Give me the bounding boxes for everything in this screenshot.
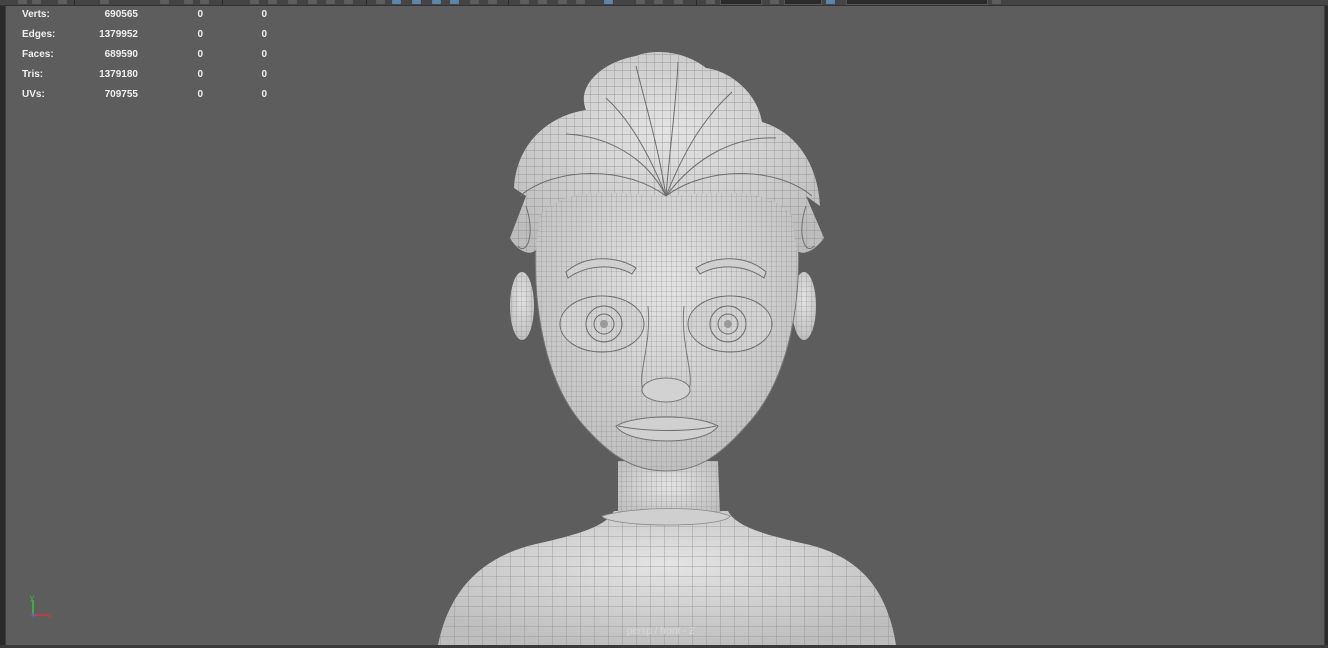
paint-select-icon[interactable] xyxy=(58,0,67,4)
select-tool-icon[interactable] xyxy=(18,0,27,4)
hud-selected-value: 0 xyxy=(197,69,203,80)
xray-components-icon[interactable] xyxy=(576,0,585,4)
four-view-icon[interactable] xyxy=(268,0,277,4)
textured-icon[interactable] xyxy=(432,0,441,4)
hud-label: Edges: xyxy=(22,29,56,40)
gate-mask-icon[interactable] xyxy=(654,0,663,4)
toolbar-separator xyxy=(74,0,75,5)
layout-icon[interactable] xyxy=(288,0,297,4)
exposure-icon[interactable] xyxy=(706,0,715,4)
toolbar-separator xyxy=(508,0,509,5)
hud-label: Verts: xyxy=(22,9,50,20)
lasso-tool-icon[interactable] xyxy=(32,0,41,4)
hud-total-value: 689590 xyxy=(104,49,138,60)
safe-area-icon[interactable] xyxy=(674,0,683,4)
camera-name-label: persp / front - Z xyxy=(626,626,696,637)
snap-plane-icon[interactable] xyxy=(200,0,209,4)
hud-total-value: 690565 xyxy=(104,9,138,20)
toolbar-separator xyxy=(222,0,223,5)
hud-component-value: 0 xyxy=(261,69,267,80)
hud-selected-value: 0 xyxy=(197,49,203,60)
axis-y-label: y xyxy=(30,594,34,602)
color-management-icon[interactable] xyxy=(826,0,835,4)
hud-component-value: 0 xyxy=(261,9,267,20)
wireframe-on-shaded-icon[interactable] xyxy=(392,0,401,4)
axis-x-label: x xyxy=(48,611,52,620)
grid-toggle-icon[interactable] xyxy=(604,0,613,4)
hud-selected-value: 0 xyxy=(197,29,203,40)
graph-layout-icon[interactable] xyxy=(326,0,335,4)
hud-label: Faces: xyxy=(22,49,54,60)
isolate-select-icon[interactable] xyxy=(520,0,529,4)
hud-selected-value: 0 xyxy=(197,9,203,20)
maya-window: Verts: 690565 0 0 Edges: 1379952 0 0 Fac… xyxy=(0,0,1328,648)
gamma-icon[interactable] xyxy=(770,0,779,4)
script-layout-icon[interactable] xyxy=(344,0,353,4)
toolbar-separator xyxy=(696,0,697,5)
hud-component-value: 0 xyxy=(261,49,267,60)
render-icon[interactable] xyxy=(376,0,385,4)
dropdown-arrow-icon[interactable] xyxy=(992,0,1001,4)
outliner-layout-icon[interactable] xyxy=(308,0,317,4)
hud-total-value: 1379180 xyxy=(99,69,138,80)
gamma-field[interactable] xyxy=(784,0,822,5)
hud-component-value: 0 xyxy=(261,29,267,40)
snap-grid-icon[interactable] xyxy=(100,0,109,4)
hud-row-edges: Edges: 1379952 0 0 xyxy=(22,29,267,49)
ssao-icon[interactable] xyxy=(488,0,497,4)
snap-point-icon[interactable] xyxy=(184,0,193,4)
hud-row-tris: Tris: 1379180 0 0 xyxy=(22,69,267,89)
view-axis-icon: y x xyxy=(30,594,52,620)
hud-label: UVs: xyxy=(22,89,45,100)
xray-joints-icon[interactable] xyxy=(558,0,567,4)
snap-curve-icon[interactable] xyxy=(160,0,169,4)
hud-row-verts: Verts: 690565 0 0 xyxy=(22,9,267,29)
lighting-icon[interactable] xyxy=(450,0,459,4)
hud-total-value: 709755 xyxy=(104,89,138,100)
resolution-gate-icon[interactable] xyxy=(636,0,645,4)
smooth-shade-icon[interactable] xyxy=(412,0,421,4)
hud-label: Tris: xyxy=(22,69,44,80)
heads-up-poly-count: Verts: 690565 0 0 Edges: 1379952 0 0 Fac… xyxy=(22,9,267,109)
exposure-field[interactable] xyxy=(720,0,762,5)
single-view-icon[interactable] xyxy=(250,0,259,4)
shadows-icon[interactable] xyxy=(470,0,479,4)
hud-component-value: 0 xyxy=(261,89,267,100)
toolbar-separator xyxy=(366,0,367,5)
hud-total-value: 1379952 xyxy=(99,29,138,40)
viewport-panel[interactable]: Verts: 690565 0 0 Edges: 1379952 0 0 Fac… xyxy=(5,6,1325,645)
hud-selected-value: 0 xyxy=(197,89,203,100)
view-transform-dropdown[interactable] xyxy=(846,0,988,5)
body-mesh xyxy=(438,511,896,645)
hud-row-faces: Faces: 689590 0 0 xyxy=(22,49,267,69)
hud-row-uvs: UVs: 709755 0 0 xyxy=(22,89,267,109)
xray-icon[interactable] xyxy=(538,0,547,4)
